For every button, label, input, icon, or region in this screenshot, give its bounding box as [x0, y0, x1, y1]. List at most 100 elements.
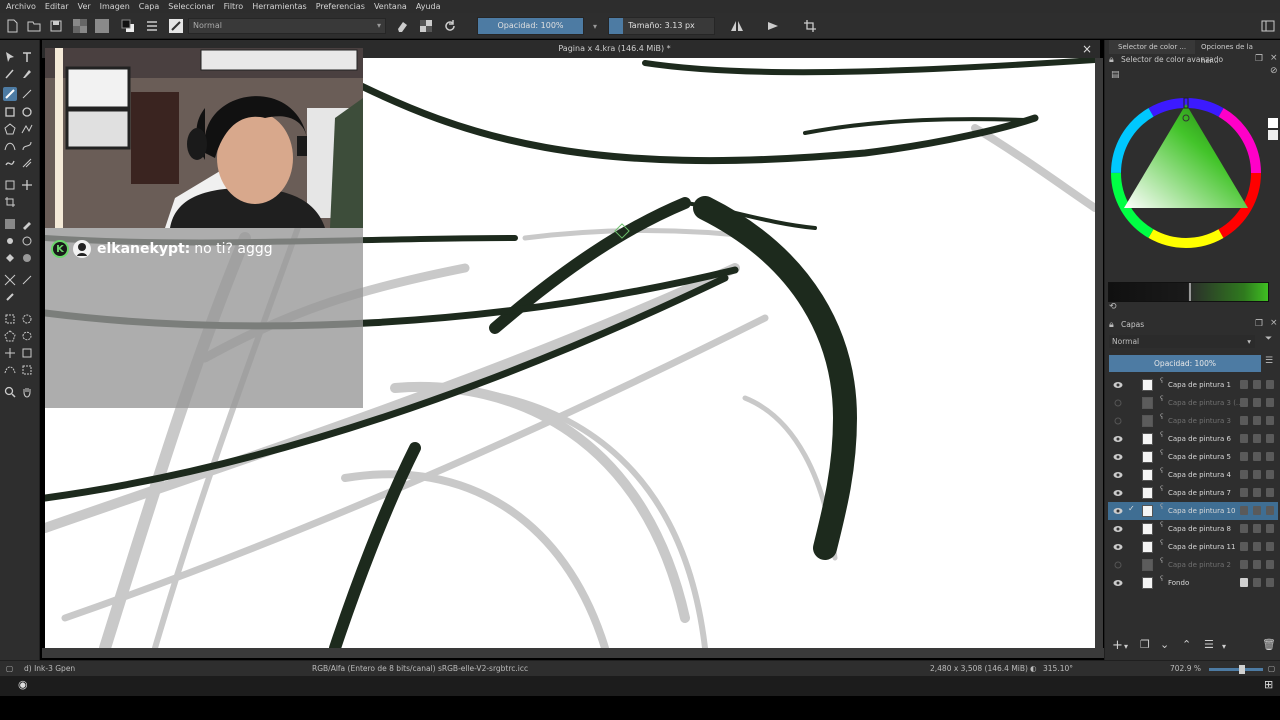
mirror-horizontal-icon[interactable] [728, 17, 746, 35]
polyline-tool-icon[interactable] [20, 122, 34, 136]
enclose-fill-icon[interactable] [20, 251, 34, 265]
color-swatch[interactable] [1268, 118, 1278, 128]
color-history-bar[interactable] [1108, 282, 1269, 302]
color-picker-icon[interactable] [20, 217, 34, 231]
layer-row[interactable]: ʕ Capa de pintura 11 [1108, 538, 1278, 556]
layer-flags[interactable] [1240, 398, 1274, 407]
menu-item-editar[interactable]: Editar [45, 2, 69, 11]
menu-item-capa[interactable]: Capa [139, 2, 159, 11]
zoom-slider[interactable] [1209, 665, 1263, 674]
layer-row[interactable]: ʕ Capa de pintura 7 [1108, 484, 1278, 502]
freehand-select-icon[interactable] [20, 329, 34, 343]
delete-layer-icon[interactable]: 🗑︎ [1262, 638, 1276, 651]
float-docker-icon[interactable]: ❐ [1255, 54, 1263, 64]
color-wheel[interactable] [1108, 90, 1270, 256]
layer-flags[interactable] [1240, 542, 1274, 551]
layer-flags[interactable] [1240, 434, 1274, 443]
brush-settings-icon[interactable] [144, 17, 160, 35]
opacity-spin-icon[interactable]: ▾ [590, 17, 600, 35]
gradient-preset-icon[interactable] [70, 17, 90, 35]
move-layer-up-icon[interactable]: ⌃ [1182, 638, 1191, 651]
layer-properties-menu-icon[interactable]: ▾ [1222, 642, 1226, 651]
hidden-eye-icon[interactable] [1113, 560, 1123, 570]
pan-tool-icon[interactable] [20, 385, 34, 399]
gradient-tool-icon[interactable] [3, 217, 17, 231]
eraser-icon[interactable] [394, 17, 410, 35]
menu-item-ventana[interactable]: Ventana [374, 2, 407, 11]
pattern-preset-icon[interactable] [92, 17, 112, 35]
colorize-mask-icon[interactable] [3, 234, 17, 248]
eye-icon[interactable] [1113, 452, 1123, 462]
select-shapes-icon[interactable] [3, 50, 17, 64]
layer-properties-icon[interactable]: ☰ [1204, 638, 1214, 651]
filter-layers-icon[interactable]: ⏷ [1265, 334, 1272, 344]
status-zoom[interactable]: 702.9 % [1170, 664, 1201, 673]
close-docker-icon[interactable]: × [1270, 53, 1278, 63]
layer-row[interactable]: ʕ Capa de pintura 8 [1108, 520, 1278, 538]
close-layers-icon[interactable]: × [1270, 318, 1278, 328]
menu-item-imagen[interactable]: Imagen [100, 2, 130, 11]
layers-menu-icon[interactable]: ☰ [1265, 356, 1273, 366]
brush-preset-icon[interactable]: ▢ [6, 664, 13, 673]
blend-mode-select[interactable]: Normal ▾ [188, 18, 386, 34]
similar-select-icon[interactable] [20, 346, 34, 360]
layer-flags[interactable] [1240, 488, 1274, 497]
layer-row[interactable]: ʕ Capa de pintura 6 [1108, 430, 1278, 448]
fill-tool-icon[interactable] [3, 251, 17, 265]
menu-item-ayuda[interactable]: Ayuda [416, 2, 441, 11]
layer-row[interactable]: ʕ Capa de pintura 1 [1108, 376, 1278, 394]
multibrush-icon[interactable] [20, 156, 34, 170]
eye-icon[interactable] [1113, 542, 1123, 552]
layer-flags[interactable] [1240, 560, 1274, 569]
add-layer-icon[interactable]: + [1112, 638, 1123, 653]
color-history-icon[interactable]: ⟲ [1109, 302, 1117, 312]
workspace-icon[interactable] [1260, 17, 1276, 35]
eye-icon[interactable] [1113, 578, 1123, 588]
lock-layers-docker-icon[interactable]: 🔒︎ [1109, 320, 1114, 330]
move-tool-icon[interactable] [20, 178, 34, 192]
color-reset-icon[interactable]: ⊘ [1270, 66, 1278, 76]
menu-item-herramientas[interactable]: Herramientas [252, 2, 307, 11]
layers-opacity-slider[interactable]: Opacidad: 100% [1109, 355, 1261, 372]
polygon-select-icon[interactable] [3, 329, 17, 343]
layer-flags[interactable] [1240, 380, 1274, 389]
brush-preset-icon[interactable] [166, 17, 186, 35]
bezier-tool-icon[interactable] [3, 139, 17, 153]
layer-flags[interactable] [1240, 578, 1274, 587]
hidden-eye-icon[interactable] [1113, 398, 1123, 408]
measure-tool-icon[interactable] [20, 273, 34, 287]
rectangle-tool-icon[interactable] [3, 105, 17, 119]
status-rotation[interactable]: 315.10° [1043, 664, 1073, 673]
hidden-eye-icon[interactable] [1113, 416, 1123, 426]
freehand-path-icon[interactable] [20, 139, 34, 153]
vertical-scrollbar[interactable] [1095, 58, 1103, 648]
contiguous-select-icon[interactable] [3, 346, 17, 360]
reload-preset-icon[interactable] [442, 17, 458, 35]
reference-tool-icon[interactable] [3, 290, 17, 304]
smart-patch-icon[interactable] [20, 234, 34, 248]
expand-icon[interactable]: ⊞ [1264, 678, 1273, 691]
layer-flags[interactable] [1240, 416, 1274, 425]
wrap-around-icon[interactable] [802, 17, 818, 35]
menu-item-seleccionar[interactable]: Seleccionar [168, 2, 214, 11]
opacity-slider[interactable]: Opacidad: 100% [477, 17, 584, 35]
mirror-vertical-icon[interactable] [764, 17, 782, 35]
layer-row[interactable]: ʕ Capa de pintura 5 [1108, 448, 1278, 466]
crop-transform-icon[interactable] [3, 178, 17, 192]
eye-icon[interactable] [1113, 488, 1123, 498]
assistant-tool-icon[interactable] [3, 273, 17, 287]
magnetic-select-icon[interactable] [20, 363, 34, 377]
rect-select-icon[interactable] [3, 312, 17, 326]
horizontal-scrollbar[interactable] [42, 648, 1104, 658]
tab-tool-options[interactable]: Opciones de la her... [1197, 40, 1271, 65]
layer-row[interactable]: ʕ Capa de pintura 2 [1108, 556, 1278, 574]
eye-icon[interactable] [1113, 524, 1123, 534]
eye-icon[interactable] [1113, 434, 1123, 444]
line-tool-icon[interactable] [20, 87, 34, 101]
fg-bg-color-icon[interactable] [118, 17, 138, 35]
move-layer-down-icon[interactable]: ⌄ [1160, 638, 1169, 651]
calligraphy-icon[interactable] [20, 67, 34, 81]
text-tool-icon[interactable] [20, 50, 34, 64]
color-settings-icon[interactable]: ▤ [1111, 70, 1120, 80]
new-document-icon[interactable] [4, 17, 20, 35]
